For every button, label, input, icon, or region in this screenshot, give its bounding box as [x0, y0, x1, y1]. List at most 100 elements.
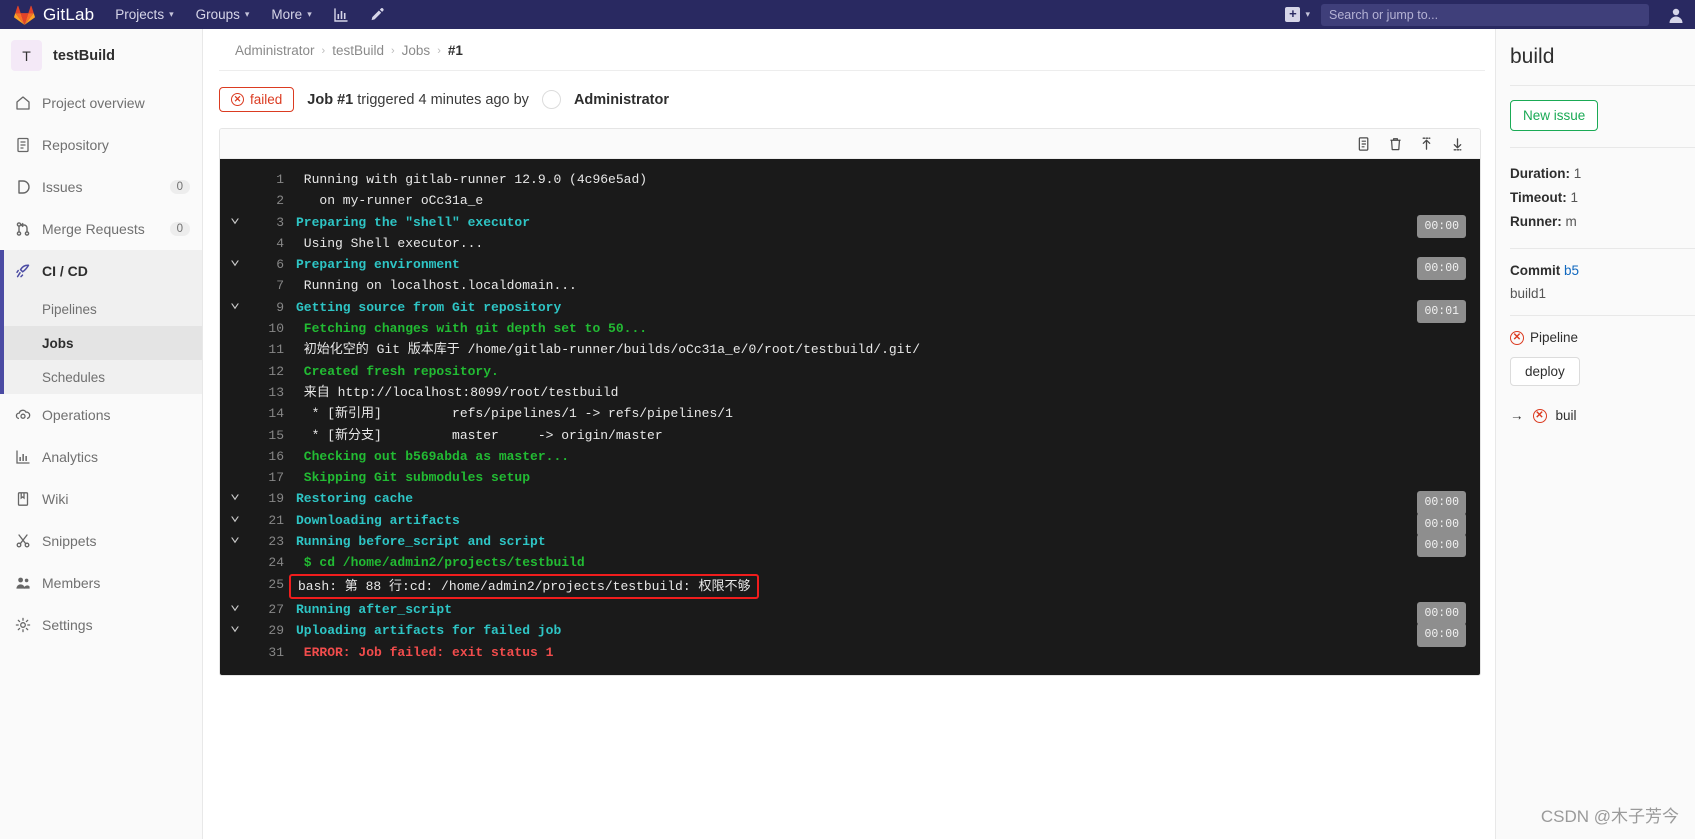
log-line-number[interactable]: 1 [250, 169, 284, 190]
job-triggered-label: triggered 4 minutes ago by [357, 91, 529, 108]
log-line-number[interactable]: 4 [250, 233, 284, 254]
log-line-number[interactable]: 23 [250, 531, 284, 552]
snippet-pen-icon[interactable] [359, 0, 395, 29]
chevron-down-icon[interactable]: ⌄ [220, 597, 250, 614]
log-line-number[interactable]: 3 [250, 212, 284, 233]
chevron-down-icon[interactable]: ⌄ [220, 508, 250, 525]
breadcrumb-item-administrator[interactable]: Administrator [235, 43, 315, 58]
log-line-number[interactable]: 15 [250, 425, 284, 446]
log-line-number[interactable]: 6 [250, 254, 284, 275]
log-line-number[interactable]: 29 [250, 620, 284, 641]
sidebar-item-label: Operations [42, 407, 111, 423]
nav-more[interactable]: More ▾ [260, 0, 322, 29]
log-line[interactable]: ⌄ 23 Running before_script and script 00:00 [220, 529, 1480, 558]
sidebar-item-snippets[interactable]: Snippets [0, 520, 202, 562]
trash-icon[interactable] [1388, 136, 1403, 152]
log-line-number[interactable]: 27 [250, 599, 284, 620]
sidebar-subitem-pipelines[interactable]: Pipelines [0, 292, 202, 326]
chevron-down-icon[interactable]: ⌄ [220, 252, 250, 269]
log-line: 16 Checking out b569abda as master... [220, 446, 1480, 467]
log-line-number[interactable]: 11 [250, 339, 284, 360]
sidebar-item-label: Snippets [42, 533, 97, 549]
divider [1510, 147, 1695, 148]
search-input[interactable] [1329, 7, 1641, 22]
log-line: 14 * [新引用] refs/pipelines/1 -> refs/pipe… [220, 403, 1480, 424]
sidebar-item-repository[interactable]: Repository [0, 124, 202, 166]
log-line-text: Uploading artifacts for failed job [296, 623, 562, 639]
commit-sha-link[interactable]: b5 [1564, 263, 1579, 278]
scroll-to-bottom-icon[interactable] [1450, 136, 1465, 152]
user-menu-button[interactable] [1657, 0, 1695, 29]
chevron-down-icon[interactable]: ⌄ [220, 295, 250, 312]
log-line-number[interactable]: 9 [250, 297, 284, 318]
scissors-icon [14, 533, 31, 550]
log-line-number[interactable]: 17 [250, 467, 284, 488]
sidebar-item-issues[interactable]: Issues 0 [0, 166, 202, 208]
nav-groups[interactable]: Groups ▾ [185, 0, 261, 29]
x-circle-icon: ✕ [1510, 330, 1524, 345]
search-box[interactable] [1321, 3, 1649, 26]
new-issue-button[interactable]: New issue [1510, 100, 1599, 131]
scroll-to-top-icon[interactable] [1419, 136, 1434, 152]
avatar[interactable] [541, 90, 561, 109]
log-line[interactable]: ⌄ 29 Uploading artifacts for failed job 00:… [220, 618, 1480, 647]
commit-row: Commit b5 [1510, 263, 1695, 278]
breadcrumb-item-job-number[interactable]: #1 [448, 43, 463, 58]
raw-log-icon[interactable] [1357, 136, 1372, 152]
log-line-number[interactable]: 31 [250, 642, 284, 663]
log-line-number[interactable]: 13 [250, 382, 284, 403]
log-line-number[interactable]: 21 [250, 510, 284, 531]
log-line[interactable]: ⌄ 9 Getting source from Git repository 00:0… [220, 295, 1480, 324]
timeout-row: Timeout: 1 [1510, 186, 1695, 210]
log-line[interactable]: ⌄ 6 Preparing environment 00:00 [220, 252, 1480, 281]
sidebar-item-operations[interactable]: Operations [0, 394, 202, 436]
log-line-number[interactable]: 24 [250, 552, 284, 573]
log-line-text: $ cd /home/admin2/projects/testbuild [296, 555, 585, 571]
sidebar-item-merge-requests[interactable]: Merge Requests 0 [0, 208, 202, 250]
sidebar-item-members[interactable]: Members [0, 562, 202, 604]
breadcrumb-item-testbuild[interactable]: testBuild [332, 43, 384, 58]
create-new-button[interactable]: + ▾ [1274, 0, 1321, 29]
job-title-line: Job #1 triggered 4 minutes ago by [307, 92, 529, 108]
log-line[interactable]: ⌄ 27 Running after_script 00:00 [220, 597, 1480, 626]
log-line[interactable]: ⌄ 21 Downloading artifacts 00:00 [220, 508, 1480, 537]
pipeline-label[interactable]: Pipeline [1530, 330, 1578, 345]
log-line-number[interactable]: 25 [250, 574, 284, 595]
status-badge[interactable]: ✕ failed [219, 87, 295, 112]
log-line-text: 来自 http://localhost:8099/root/testbuild [296, 384, 619, 400]
log-line-number[interactable]: 16 [250, 446, 284, 467]
sidebar-item-wiki[interactable]: Wiki [0, 478, 202, 520]
job-log-body[interactable]: 1 Running with gitlab-runner 12.9.0 (4c9… [220, 159, 1480, 675]
log-line-number[interactable]: 12 [250, 361, 284, 382]
log-line-number[interactable]: 19 [250, 488, 284, 509]
chevron-down-icon[interactable]: ⌄ [220, 618, 250, 635]
nav-projects[interactable]: Projects ▾ [104, 0, 184, 29]
stage-dropdown[interactable]: deploy [1510, 357, 1580, 386]
job-user-link[interactable]: Administrator [574, 92, 669, 108]
analytics-icon[interactable] [323, 0, 359, 29]
sidebar-item-settings[interactable]: Settings [0, 604, 202, 646]
sidebar-project-header[interactable]: T testBuild [0, 29, 202, 82]
log-line-text: Preparing environment [296, 257, 460, 273]
log-line[interactable]: ⌄ 19 Restoring cache 00:00 [220, 486, 1480, 515]
sidebar-subitem-schedules[interactable]: Schedules [0, 360, 202, 394]
job-link-row[interactable]: → ✕ buil [1510, 408, 1695, 423]
chevron-down-icon[interactable]: ⌄ [220, 210, 250, 227]
log-line-number[interactable]: 7 [250, 275, 284, 296]
gitlab-brand[interactable]: GitLab [0, 0, 104, 29]
log-line-text: Getting source from Git repository [296, 299, 562, 315]
x-circle-icon: ✕ [1532, 408, 1547, 423]
sidebar-subitem-jobs[interactable]: Jobs [0, 326, 202, 360]
log-line-number[interactable]: 14 [250, 403, 284, 424]
breadcrumb-item-jobs[interactable]: Jobs [402, 43, 431, 58]
log-line-number[interactable]: 2 [250, 190, 284, 211]
sidebar-item-ci-cd[interactable]: CI / CD [0, 250, 202, 292]
sidebar-item-project-overview[interactable]: Project overview [0, 82, 202, 124]
chevron-down-icon[interactable]: ⌄ [220, 486, 250, 503]
watermark: CSDN @木子芳今 [1540, 807, 1679, 826]
log-line-number[interactable]: 10 [250, 318, 284, 339]
chevron-down-icon[interactable]: ⌄ [220, 529, 250, 546]
log-line[interactable]: ⌄ 3 Preparing the "shell" executor 00:00 [220, 210, 1480, 238]
sidebar-item-analytics[interactable]: Analytics [0, 436, 202, 478]
runner-value: m [1565, 214, 1577, 229]
